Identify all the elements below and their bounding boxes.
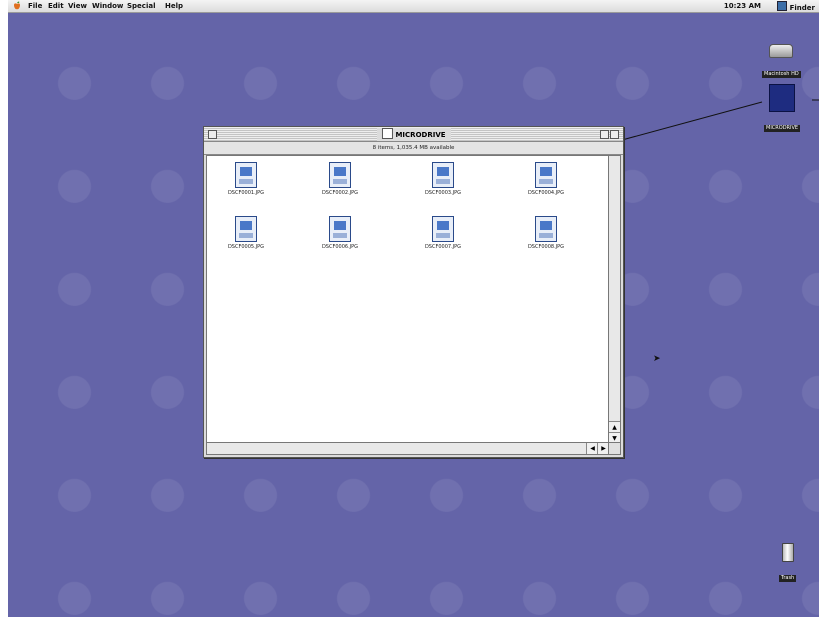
- file-item[interactable]: DSCF0001.JPG: [211, 162, 281, 197]
- file-name: DSCF0001.JPG: [227, 190, 265, 196]
- file-item[interactable]: DSCF0007.JPG: [408, 216, 478, 251]
- jpeg-file-icon: [535, 162, 557, 188]
- resize-grow-box-icon[interactable]: [608, 442, 621, 455]
- file-item[interactable]: DSCF0005.JPG: [211, 216, 281, 251]
- finder-window[interactable]: MICRODRIVE 8 items, 1,035.4 MB available…: [203, 126, 624, 458]
- jpeg-file-icon: [432, 216, 454, 242]
- horizontal-scrollbar[interactable]: ◀ ▶: [206, 442, 610, 455]
- file-item[interactable]: DSCF0008.JPG: [511, 216, 581, 251]
- file-icon-view[interactable]: DSCF0001.JPG DSCF0002.JPG DSCF0003.JPG D…: [206, 155, 610, 445]
- file-name: DSCF0002.JPG: [321, 190, 359, 196]
- window-title-text: MICRODRIVE: [395, 131, 446, 139]
- window-title-bar[interactable]: MICRODRIVE: [204, 127, 623, 142]
- vertical-scrollbar[interactable]: ▲ ▼: [608, 155, 621, 445]
- window-info-bar: 8 items, 1,035.4 MB available: [204, 142, 623, 155]
- zoom-box-icon[interactable]: [600, 130, 609, 139]
- jpeg-file-icon: [235, 162, 257, 188]
- mouse-pointer-icon: ➤: [653, 354, 661, 364]
- jpeg-file-icon: [535, 216, 557, 242]
- close-box-icon[interactable]: [208, 130, 217, 139]
- jpeg-file-icon: [235, 216, 257, 242]
- file-name: DSCF0005.JPG: [227, 244, 265, 250]
- file-item[interactable]: DSCF0002.JPG: [305, 162, 375, 197]
- disk-icon: [381, 128, 393, 139]
- jpeg-file-icon: [329, 162, 351, 188]
- file-item[interactable]: DSCF0004.JPG: [511, 162, 581, 197]
- window-title: MICRODRIVE: [376, 128, 451, 141]
- file-item[interactable]: DSCF0006.JPG: [305, 216, 375, 251]
- file-name: DSCF0006.JPG: [321, 244, 359, 250]
- file-name: DSCF0004.JPG: [527, 190, 565, 196]
- file-name: DSCF0007.JPG: [424, 244, 462, 250]
- file-name: DSCF0008.JPG: [527, 244, 565, 250]
- jpeg-file-icon: [432, 162, 454, 188]
- file-item[interactable]: DSCF0003.JPG: [408, 162, 478, 197]
- jpeg-file-icon: [329, 216, 351, 242]
- collapse-box-icon[interactable]: [610, 130, 619, 139]
- file-name: DSCF0003.JPG: [424, 190, 462, 196]
